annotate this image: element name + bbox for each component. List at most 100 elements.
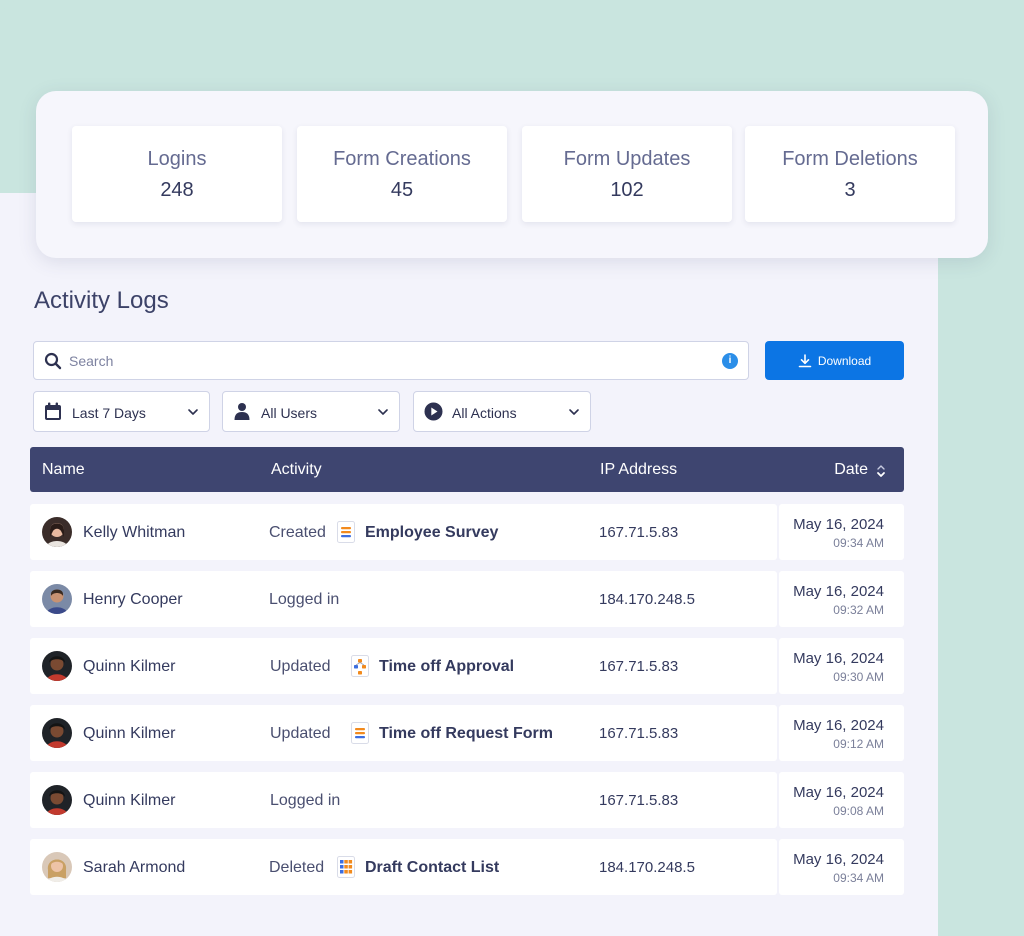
column-header-ip: IP Address bbox=[600, 461, 678, 478]
calendar-icon bbox=[45, 402, 61, 420]
stat-value: 45 bbox=[390, 179, 414, 201]
form-name-link[interactable]: Employee Survey bbox=[365, 524, 498, 542]
user-name: Kelly Whitman bbox=[83, 524, 186, 541]
row-time: 09:32 AM bbox=[833, 603, 884, 617]
stat-form-creations: Form Creations 45 bbox=[297, 126, 507, 222]
info-icon[interactable]: i bbox=[722, 353, 738, 369]
row-main-cell: Quinn Kilmer Logged in 167.71.5.83 bbox=[30, 772, 777, 828]
stat-value: 102 bbox=[610, 179, 644, 201]
form-name-link[interactable]: Draft Contact List bbox=[365, 859, 499, 877]
table-header: Name Activity IP Address Date bbox=[30, 447, 904, 492]
row-main-cell: Kelly Whitman Created Employee Survey 16… bbox=[30, 504, 777, 560]
table-row[interactable]: Quinn Kilmer Updated Time off Request Fo… bbox=[30, 705, 904, 761]
user-icon bbox=[234, 403, 250, 420]
sort-icon[interactable] bbox=[876, 463, 886, 479]
stat-label: Form Creations bbox=[333, 148, 471, 170]
row-date-cell: May 16, 2024 09:34 AM bbox=[779, 504, 904, 560]
row-time: 09:34 AM bbox=[833, 536, 884, 550]
avatar bbox=[42, 517, 72, 547]
avatar bbox=[42, 651, 72, 681]
activity-action: Created bbox=[269, 524, 326, 541]
stat-logins: Logins 248 bbox=[72, 126, 282, 222]
chevron-down-icon bbox=[188, 409, 198, 415]
avatar bbox=[42, 852, 72, 882]
stat-label: Logins bbox=[147, 148, 207, 170]
ip-address: 184.170.248.5 bbox=[599, 591, 695, 608]
stat-label: Form Updates bbox=[563, 148, 691, 170]
user-name: Quinn Kilmer bbox=[83, 792, 176, 809]
avatar bbox=[42, 785, 72, 815]
table-row[interactable]: Kelly Whitman Created Employee Survey 16… bbox=[30, 504, 904, 560]
ip-address: 167.71.5.83 bbox=[599, 792, 679, 809]
row-date-cell: May 16, 2024 09:30 AM bbox=[779, 638, 904, 694]
table-row[interactable]: Quinn Kilmer Logged in 167.71.5.83 May 1… bbox=[30, 772, 904, 828]
date-range-dropdown[interactable]: Last 7 Days bbox=[33, 391, 210, 432]
row-date: May 16, 2024 bbox=[793, 717, 884, 734]
chevron-down-icon bbox=[569, 409, 579, 415]
stat-value: 248 bbox=[160, 179, 194, 201]
row-date: May 16, 2024 bbox=[793, 650, 884, 667]
activity-action: Updated bbox=[270, 725, 331, 742]
stat-form-updates: Form Updates 102 bbox=[522, 126, 732, 222]
form-icon bbox=[337, 521, 355, 543]
form-name-link[interactable]: Time off Request Form bbox=[379, 725, 553, 743]
stat-value: 3 bbox=[844, 179, 856, 201]
date-range-label: Last 7 Days bbox=[72, 405, 146, 421]
column-header-date[interactable]: Date bbox=[834, 461, 868, 479]
table-row[interactable]: Sarah Armond Deleted Draft Contact List … bbox=[30, 839, 904, 895]
form-name-link[interactable]: Time off Approval bbox=[379, 658, 514, 676]
stat-label: Form Deletions bbox=[782, 148, 918, 170]
row-date: May 16, 2024 bbox=[793, 851, 884, 868]
column-header-activity: Activity bbox=[271, 461, 322, 478]
row-main-cell: Quinn Kilmer Updated Time off Approval 1… bbox=[30, 638, 777, 694]
play-circle-icon bbox=[424, 402, 443, 421]
download-label: Download bbox=[817, 353, 872, 368]
row-time: 09:30 AM bbox=[833, 670, 884, 684]
row-time: 09:12 AM bbox=[833, 737, 884, 751]
page-title: Activity Logs bbox=[34, 287, 169, 314]
row-date-cell: May 16, 2024 09:12 AM bbox=[779, 705, 904, 761]
activity-action: Deleted bbox=[269, 859, 325, 876]
avatar bbox=[42, 718, 72, 748]
search-icon bbox=[44, 352, 62, 370]
table-grid-icon bbox=[337, 856, 355, 878]
row-date: May 16, 2024 bbox=[793, 583, 884, 600]
table-row[interactable]: Henry Cooper Logged in 184.170.248.5 May… bbox=[30, 571, 904, 627]
user-name: Quinn Kilmer bbox=[83, 658, 176, 675]
search-placeholder: Search bbox=[69, 353, 114, 369]
ip-address: 184.170.248.5 bbox=[599, 859, 695, 876]
activity-action: Logged in bbox=[270, 792, 341, 809]
column-header-name: Name bbox=[42, 461, 85, 478]
row-date-cell: May 16, 2024 09:32 AM bbox=[779, 571, 904, 627]
row-date: May 16, 2024 bbox=[793, 784, 884, 801]
download-button[interactable]: Download bbox=[765, 341, 904, 380]
activity-action: Updated bbox=[270, 658, 331, 675]
user-name: Quinn Kilmer bbox=[83, 725, 176, 742]
row-time: 09:08 AM bbox=[833, 804, 884, 818]
avatar bbox=[42, 584, 72, 614]
row-main-cell: Quinn Kilmer Updated Time off Request Fo… bbox=[30, 705, 777, 761]
users-dropdown[interactable]: All Users bbox=[222, 391, 400, 432]
row-main-cell: Henry Cooper Logged in 184.170.248.5 bbox=[30, 571, 777, 627]
row-main-cell: Sarah Armond Deleted Draft Contact List … bbox=[30, 839, 777, 895]
row-date-cell: May 16, 2024 09:08 AM bbox=[779, 772, 904, 828]
user-name: Henry Cooper bbox=[83, 591, 183, 608]
activity-action: Logged in bbox=[269, 591, 340, 608]
download-icon bbox=[798, 353, 812, 367]
chevron-down-icon bbox=[378, 409, 388, 415]
ip-address: 167.71.5.83 bbox=[599, 658, 679, 675]
table-row[interactable]: Quinn Kilmer Updated Time off Approval 1… bbox=[30, 638, 904, 694]
user-name: Sarah Armond bbox=[83, 859, 186, 876]
ip-address: 167.71.5.83 bbox=[599, 524, 679, 541]
search-input[interactable]: Search i bbox=[33, 341, 749, 380]
actions-label: All Actions bbox=[452, 405, 517, 421]
row-date: May 16, 2024 bbox=[793, 516, 884, 533]
form-icon bbox=[351, 722, 369, 744]
approval-flow-icon bbox=[351, 655, 369, 677]
users-label: All Users bbox=[261, 405, 318, 421]
row-date-cell: May 16, 2024 09:34 AM bbox=[779, 839, 904, 895]
stat-form-deletions: Form Deletions 3 bbox=[745, 126, 955, 222]
ip-address: 167.71.5.83 bbox=[599, 725, 679, 742]
actions-dropdown[interactable]: All Actions bbox=[413, 391, 591, 432]
row-time: 09:34 AM bbox=[833, 871, 884, 885]
